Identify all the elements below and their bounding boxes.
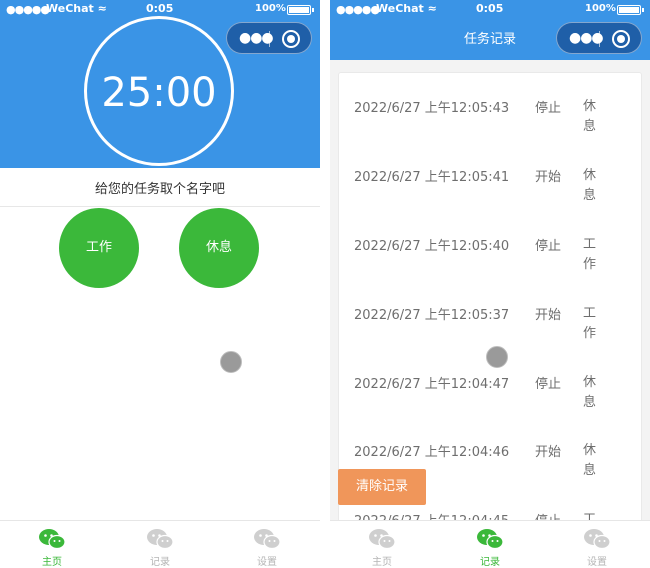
tab-records[interactable]: 记录: [460, 527, 520, 568]
wifi-icon: ≈: [97, 2, 107, 15]
record-type: 工作: [583, 306, 597, 341]
record-action: 停止: [535, 239, 562, 254]
record-time: 2022/6/27 上午12:04:47: [354, 377, 510, 392]
status-time: 0:05: [146, 2, 174, 15]
more-icon[interactable]: ●●●: [569, 31, 604, 45]
record-action: 开始: [535, 170, 562, 185]
tab-settings[interactable]: 设置: [237, 527, 297, 568]
records-list[interactable]: 2022/6/27 上午12:05:43 停止 休息 2022/6/27 上午1…: [338, 72, 642, 532]
tab-records[interactable]: 记录: [130, 527, 190, 568]
home-screen: 25:00 ●●●●● WeChat ≈ 0:05 100% ●●● 给您的任务…: [0, 0, 320, 568]
record-time: 2022/6/27 上午12:05:43: [354, 101, 510, 116]
close-miniprogram-icon[interactable]: [282, 30, 300, 48]
list-item: 2022/6/27 上午12:05:40 停止 工作: [339, 235, 641, 295]
list-item: 2022/6/27 上午12:05:41 开始 休息: [339, 166, 641, 226]
signal-icon: ●●●●●: [336, 3, 380, 16]
battery-percent: 100%: [585, 3, 616, 14]
carrier-name: WeChat ≈: [376, 2, 437, 15]
list-item: 2022/6/27 上午12:04:47 停止 休息: [339, 373, 641, 433]
status-bar: ●●●●● WeChat ≈ 0:05 100%: [0, 0, 320, 18]
capsule-divider: [599, 31, 600, 47]
record-action: 停止: [535, 377, 562, 392]
tab-settings-label: 设置: [587, 557, 607, 568]
divider: [0, 206, 320, 207]
record-time: 2022/6/27 上午12:04:46: [354, 445, 510, 460]
touch-indicator: [220, 351, 242, 373]
tab-bar: 主页 记录 设置: [0, 520, 320, 568]
tab-records-label: 记录: [150, 557, 170, 568]
record-type: 休息: [583, 375, 597, 410]
record-type: 休息: [583, 99, 597, 134]
battery-icon: [617, 5, 644, 15]
wechat-icon: [147, 529, 174, 550]
record-action: 开始: [535, 445, 562, 460]
tab-bar: 主页 记录 设置: [330, 520, 650, 568]
list-item: 2022/6/27 上午12:05:43 停止 休息: [339, 97, 641, 157]
record-time: 2022/6/27 上午12:05:40: [354, 239, 510, 254]
close-miniprogram-icon[interactable]: [612, 30, 630, 48]
status-bar: ●●●●● WeChat ≈ 0:05 100%: [330, 0, 650, 18]
tab-records-label: 记录: [480, 557, 500, 568]
signal-icon: ●●●●●: [6, 3, 50, 16]
task-name-input[interactable]: 给您的任务取个名字吧: [0, 178, 320, 197]
touch-indicator: [486, 346, 508, 368]
work-button[interactable]: 工作: [59, 208, 139, 288]
more-icon[interactable]: ●●●: [239, 31, 274, 45]
tab-settings[interactable]: 设置: [567, 527, 627, 568]
capsule-divider: [269, 31, 270, 47]
battery-percent: 100%: [255, 3, 286, 14]
wechat-icon: [39, 529, 66, 550]
record-time: 2022/6/27 上午12:05:37: [354, 308, 510, 323]
records-screen: 任务记录 ●●●●● WeChat ≈ 0:05 100% ●●● 2022/6…: [330, 0, 650, 568]
wechat-icon: [477, 529, 504, 550]
battery-icon: [287, 5, 314, 15]
tab-home[interactable]: 主页: [22, 527, 82, 568]
wechat-icon: [584, 529, 611, 550]
status-time: 0:05: [476, 2, 504, 15]
tab-settings-label: 设置: [257, 557, 277, 568]
timer-display: 25:00: [101, 70, 217, 116]
wifi-icon: ≈: [427, 2, 437, 15]
wechat-icon: [369, 529, 396, 550]
record-time: 2022/6/27 上午12:05:41: [354, 170, 510, 185]
tab-home-label: 主页: [372, 557, 392, 568]
record-action: 开始: [535, 308, 562, 323]
clear-records-button[interactable]: 清除记录: [338, 469, 426, 505]
wechat-icon: [254, 529, 281, 550]
record-type: 休息: [583, 443, 597, 478]
mini-program-capsule: ●●●: [556, 22, 642, 54]
tab-home-label: 主页: [42, 557, 62, 568]
tab-home[interactable]: 主页: [352, 527, 412, 568]
record-type: 工作: [583, 237, 597, 272]
carrier-name: WeChat ≈: [46, 2, 107, 15]
record-action: 停止: [535, 101, 562, 116]
record-type: 休息: [583, 168, 597, 203]
mini-program-capsule: ●●●: [226, 22, 312, 54]
rest-button[interactable]: 休息: [179, 208, 259, 288]
